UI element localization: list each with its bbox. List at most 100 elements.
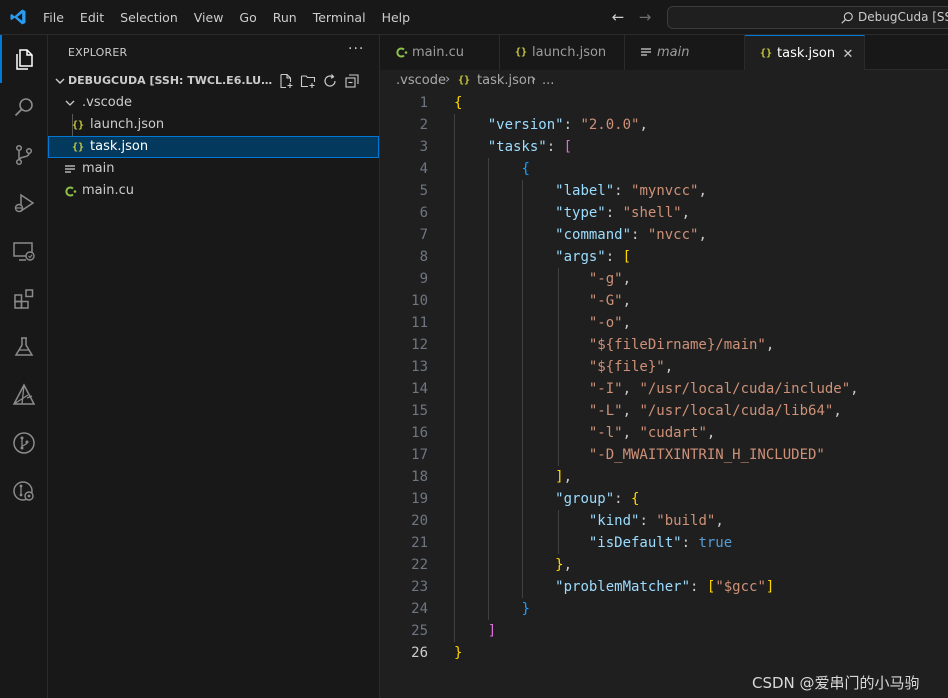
- code-token: ,: [622, 425, 640, 441]
- watermark: CSDN @爱串门的小马驹: [752, 674, 920, 692]
- tree-item-main-cu[interactable]: main.cu: [48, 180, 379, 202]
- text-file-icon: [62, 161, 78, 177]
- code-line[interactable]: 17 "-D_MWAITXINTRIN_H_INCLUDED": [380, 444, 948, 466]
- code-token: "isDefault": [588, 535, 682, 551]
- code-line[interactable]: 2 "version": "2.0.0",: [380, 114, 948, 136]
- code-line[interactable]: 21 "isDefault": true: [380, 532, 948, 554]
- code-token: :: [546, 139, 564, 155]
- code-line[interactable]: 4 {: [380, 158, 948, 180]
- breadcrumb-item-symbol[interactable]: ...: [542, 73, 554, 88]
- code-token: [: [563, 139, 573, 155]
- chevron-down-icon[interactable]: [52, 73, 68, 89]
- code-line[interactable]: 23 "problemMatcher": ["$gcc"]: [380, 576, 948, 598]
- explorer-title: EXPLORER: [68, 46, 128, 59]
- menu-item-selection[interactable]: Selection: [112, 0, 186, 35]
- code-line[interactable]: 25 ]: [380, 620, 948, 642]
- code-line[interactable]: 10 "-G",: [380, 290, 948, 312]
- code-token: ,: [765, 337, 775, 353]
- code-text: ]: [454, 620, 496, 642]
- line-number: 25: [411, 623, 428, 639]
- git-graph-icon[interactable]: [0, 419, 48, 467]
- code-line[interactable]: 6 "type": "shell",: [380, 202, 948, 224]
- code-line[interactable]: 3 "tasks": [: [380, 136, 948, 158]
- remote-explorer-icon[interactable]: [0, 227, 48, 275]
- menu-item-run[interactable]: Run: [265, 0, 305, 35]
- tab-main[interactable]: main: [625, 35, 745, 70]
- menu-item-edit[interactable]: Edit: [72, 0, 112, 35]
- refresh-icon[interactable]: [321, 72, 339, 90]
- more-actions-icon[interactable]: ···: [348, 41, 364, 57]
- menu-item-file[interactable]: File: [35, 0, 72, 35]
- cmake-icon[interactable]: [0, 371, 48, 419]
- search-icon[interactable]: [0, 83, 48, 131]
- line-number: 11: [411, 315, 428, 331]
- menu-item-view[interactable]: View: [186, 0, 232, 35]
- tree-item-task-json[interactable]: {} task.json: [48, 136, 379, 158]
- code-line[interactable]: 1{: [380, 92, 948, 114]
- code-token: "cudart": [639, 425, 707, 441]
- code-line[interactable]: 7 "command": "nvcc",: [380, 224, 948, 246]
- code-text: "problemMatcher": ["$gcc"]: [454, 576, 774, 598]
- code-line[interactable]: 15 "-L", "/usr/local/cuda/lib64",: [380, 400, 948, 422]
- new-folder-icon[interactable]: [299, 72, 317, 90]
- code-text: "-I", "/usr/local/cuda/include",: [454, 378, 859, 400]
- run-and-debug-icon[interactable]: [0, 179, 48, 227]
- code-editor[interactable]: 1{2 "version": "2.0.0", 3 "tasks": [4 {5 …: [380, 92, 948, 698]
- workspace-header[interactable]: DEBUGCUDA [SSH: TWCL.E6.LUYOUXIA.NET]: [48, 70, 379, 92]
- code-line[interactable]: 9 "-g",: [380, 268, 948, 290]
- code-token: ,: [850, 381, 859, 397]
- code-line[interactable]: 14 "-I", "/usr/local/cuda/include",: [380, 378, 948, 400]
- code-token: ,: [681, 205, 691, 221]
- code-line[interactable]: 13 "${file}",: [380, 356, 948, 378]
- code-line[interactable]: 18 ],: [380, 466, 948, 488]
- json-icon: {}: [71, 141, 85, 153]
- tab-main-cu[interactable]: main.cu: [380, 35, 500, 70]
- code-line[interactable]: 24 }: [380, 598, 948, 620]
- menu-item-terminal[interactable]: Terminal: [305, 0, 374, 35]
- close-icon[interactable]: ✕: [840, 46, 856, 62]
- menu-item-help[interactable]: Help: [374, 0, 419, 35]
- tab-launch-json[interactable]: {} launch.json: [500, 35, 625, 70]
- code-line[interactable]: 12 "${fileDirname}/main",: [380, 334, 948, 356]
- back-arrow-icon[interactable]: ←: [609, 8, 627, 26]
- explorer-icon[interactable]: [0, 35, 48, 83]
- tree-item-vscode-folder[interactable]: .vscode: [48, 92, 379, 114]
- code-line[interactable]: 8 "args": [: [380, 246, 948, 268]
- new-file-icon[interactable]: [277, 72, 295, 90]
- code-line[interactable]: 5 "label": "mynvcc",: [380, 180, 948, 202]
- command-center[interactable]: DebugCuda [SSH: twcl.e6.luyouxia.net]: [667, 6, 948, 29]
- menu-item-go[interactable]: Go: [231, 0, 264, 35]
- code-token: :: [614, 183, 632, 199]
- tree-item-launch-json[interactable]: {} launch.json: [48, 114, 379, 136]
- code-line[interactable]: 16 "-l", "cudart",: [380, 422, 948, 444]
- testing-icon[interactable]: [0, 323, 48, 371]
- tree-item-main[interactable]: main: [48, 158, 379, 180]
- tree-item-label: task.json: [90, 139, 149, 154]
- code-token: {: [454, 95, 463, 111]
- code-line[interactable]: 11 "-o",: [380, 312, 948, 334]
- code-line[interactable]: 20 "kind": "build",: [380, 510, 948, 532]
- breadcrumb-item-vscode[interactable]: .vscode: [396, 73, 446, 88]
- tab-task-json[interactable]: {} task.json ✕: [745, 35, 865, 71]
- breadcrumb-item-task-json[interactable]: task.json: [477, 73, 535, 88]
- code-token: "nvcc": [647, 227, 699, 243]
- json-icon: {}: [759, 47, 773, 59]
- code-line[interactable]: 19 "group": {: [380, 488, 948, 510]
- forward-arrow-icon[interactable]: →: [636, 8, 654, 26]
- remote-repositories-icon[interactable]: [0, 467, 48, 515]
- source-control-icon[interactable]: [0, 131, 48, 179]
- code-line[interactable]: 26}: [380, 642, 948, 664]
- code-token: ,: [563, 469, 573, 485]
- code-token: ,: [706, 425, 716, 441]
- code-line[interactable]: 22 },: [380, 554, 948, 576]
- collapse-all-icon[interactable]: [343, 72, 361, 90]
- json-icon: {}: [71, 119, 85, 131]
- code-token: "type": [555, 205, 606, 221]
- code-token: :: [563, 117, 581, 133]
- extensions-icon[interactable]: [0, 275, 48, 323]
